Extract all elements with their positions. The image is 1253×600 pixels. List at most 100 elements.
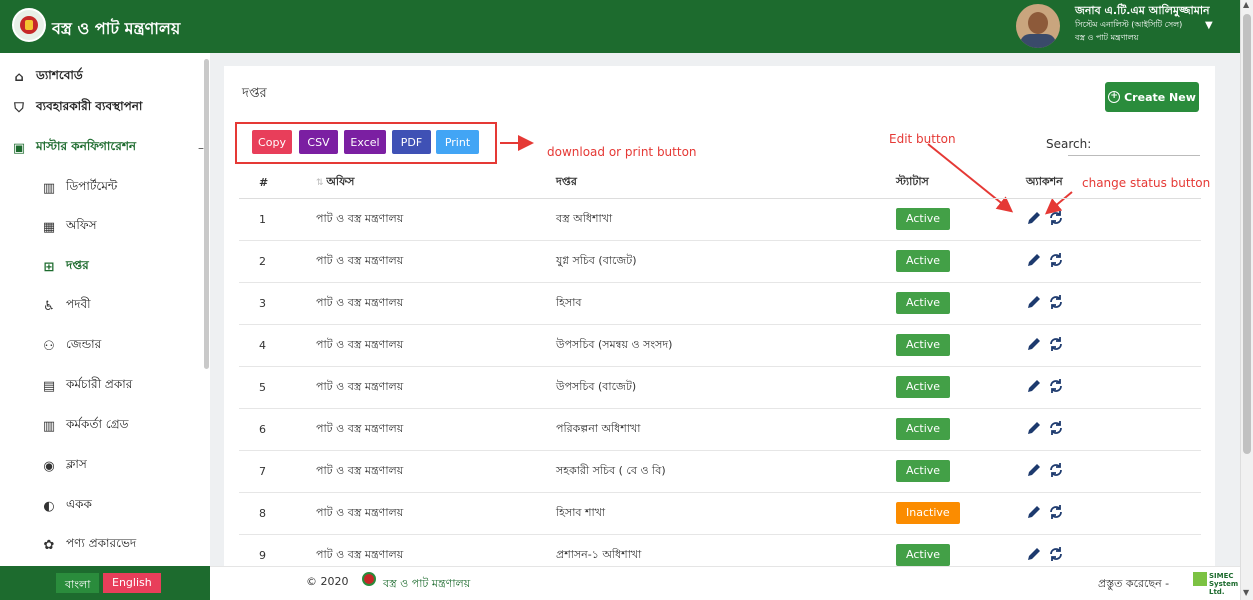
vendor-logo[interactable]: SIMEC System Ltd. <box>1193 572 1238 596</box>
change-status-icon[interactable] <box>1048 210 1064 226</box>
lang-english-button[interactable]: English <box>103 573 161 593</box>
change-status-icon[interactable] <box>1048 294 1064 310</box>
row-number: 2 <box>239 240 294 283</box>
edit-pencil-icon[interactable] <box>1026 252 1042 268</box>
sidebar-item-user-management[interactable]: ⛉ ব্যবহারকারী ব্যবস্থাপনা <box>12 98 210 118</box>
table-row: 7 পাট ও বস্ত্র মন্ত্রণালয় সহকারী সচিব ( ব… <box>239 450 1201 493</box>
sidebar-item-master-config[interactable]: ▣ মাস্টার কনফিগারেশন – <box>12 138 210 158</box>
table-header-row: # ⇅ অফিস দপ্তর স্ট্যাটাস অ্যাকশন <box>239 168 1201 199</box>
create-new-button[interactable]: + Create New <box>1105 82 1199 112</box>
edit-pencil-icon[interactable] <box>1026 336 1042 352</box>
language-switcher: বাংলা English <box>0 566 210 600</box>
scroll-down-icon[interactable]: ▼ <box>1243 588 1249 597</box>
ministry-link[interactable]: বস্ত্র ও পাট মন্ত্রণালয় <box>383 575 470 594</box>
sidebar-item-department[interactable]: ▥ ডিপার্টমেন্ট <box>42 178 210 198</box>
row-actions <box>1004 282 1201 325</box>
user-avatar[interactable] <box>1016 4 1060 48</box>
row-dopter: পরিকল্পনা অধিশাখা <box>534 408 874 451</box>
sidebar-item-dopter[interactable]: ⊞ দপ্তর <box>42 257 210 277</box>
users-icon: ⚇ <box>43 338 55 354</box>
change-status-icon[interactable] <box>1048 252 1064 268</box>
status-badge: Active <box>896 334 951 356</box>
row-office: পাট ও বস্ত্র মন্ত্রণালয় <box>294 366 534 409</box>
edit-pencil-icon[interactable] <box>1026 420 1042 436</box>
sort-icon[interactable]: ⇅ <box>316 178 326 188</box>
ministry-seal-icon <box>362 572 376 586</box>
download-annotation: download or print button <box>547 145 697 159</box>
page-title: দপ্তর <box>242 86 267 101</box>
scroll-up-icon[interactable]: ▲ <box>1243 0 1249 9</box>
row-dopter: উপসচিব (বাজেট) <box>534 366 874 409</box>
row-dopter: হিসাব <box>534 282 874 325</box>
collapse-icon[interactable]: – <box>198 141 204 155</box>
row-status-cell: Active <box>874 324 1004 367</box>
user-info[interactable]: জনাব এ.টি.এম আলিমুজ্জামান সিস্টেম এনালিস… <box>1075 4 1210 44</box>
sidebar-item-unit[interactable]: ◐ একক <box>42 496 210 516</box>
ministry-logo-icon <box>12 8 46 42</box>
made-by-text: প্রস্তুত করেছেন - <box>1098 577 1170 590</box>
search-input[interactable] <box>1068 132 1200 156</box>
edit-pencil-icon[interactable] <box>1026 462 1042 478</box>
vendor-mark-icon <box>1193 572 1207 586</box>
change-status-icon[interactable] <box>1048 336 1064 352</box>
copy-button[interactable]: Copy <box>252 130 292 154</box>
pdf-button[interactable]: PDF <box>392 130 431 154</box>
status-badge: Active <box>896 250 951 272</box>
row-number: 5 <box>239 366 294 409</box>
change-status-icon[interactable] <box>1048 504 1064 520</box>
change-status-icon[interactable] <box>1048 378 1064 394</box>
edit-pencil-icon[interactable] <box>1026 546 1042 562</box>
col-number[interactable]: # <box>239 168 294 199</box>
row-actions <box>1004 324 1201 367</box>
col-status[interactable]: স্ট্যাটাস <box>874 168 1004 199</box>
edit-pencil-icon[interactable] <box>1026 294 1042 310</box>
row-office: পাট ও বস্ত্র মন্ত্রণালয় <box>294 282 534 325</box>
shield-icon: ⛉ <box>14 100 24 116</box>
bar-chart-icon: ▥ <box>42 180 56 196</box>
change-status-icon[interactable] <box>1048 462 1064 478</box>
row-status-cell: Active <box>874 282 1004 325</box>
col-action[interactable]: অ্যাকশন <box>1004 168 1201 199</box>
top-header-bar: বস্ত্র ও পাট মন্ত্রণালয় জনাব এ.টি.এম আল… <box>0 0 1240 53</box>
sidebar-item-designation[interactable]: ♿ পদবী <box>42 296 210 316</box>
sidebar-item-dashboard[interactable]: ⌂ ড্যাশবোর্ড <box>12 67 210 87</box>
status-badge: Active <box>896 376 951 398</box>
sidebar-item-grade[interactable]: ▥ কর্মকর্তা গ্রেড <box>42 416 210 436</box>
excel-button[interactable]: Excel <box>344 130 386 154</box>
change-status-icon[interactable] <box>1048 420 1064 436</box>
sidebar-item-office[interactable]: ▦ অফিস <box>42 217 210 237</box>
chevron-down-icon[interactable]: ▼ <box>1205 20 1213 31</box>
sidebar-item-gender[interactable]: ⚇ জেন্ডার <box>42 336 210 356</box>
app-title[interactable]: বস্ত্র ও পাট মন্ত্রণালয় <box>52 16 180 43</box>
row-status-cell: Active <box>874 366 1004 409</box>
page-scrollbar[interactable]: ▲ ▼ <box>1240 0 1253 600</box>
change-status-icon[interactable] <box>1048 546 1064 562</box>
row-dopter: বস্ত্র অধিশাখা <box>534 198 874 241</box>
row-number: 8 <box>239 492 294 535</box>
row-actions <box>1004 492 1201 535</box>
row-number: 4 <box>239 324 294 367</box>
half-circle-icon: ◐ <box>43 498 55 514</box>
col-dopter[interactable]: দপ্তর <box>534 168 874 199</box>
sidebar-item-employee-type[interactable]: ▤ কর্মচারী প্রকার <box>42 376 210 396</box>
csv-button[interactable]: CSV <box>299 130 338 154</box>
print-button[interactable]: Print <box>436 130 479 154</box>
sidebar-item-class[interactable]: ◉ ক্লাস <box>42 456 210 476</box>
scroll-thumb[interactable] <box>1243 14 1251 454</box>
row-number: 6 <box>239 408 294 451</box>
table-row: 3 পাট ও বস্ত্র মন্ত্রণালয় হিসাব Active <box>239 282 1201 325</box>
edit-annotation: Edit button <box>889 132 956 146</box>
sidebar-item-product-type[interactable]: ✿ পণ্য প্রকারভেদ <box>42 535 210 555</box>
row-office: পাট ও বস্ত্র মন্ত্রণালয় <box>294 324 534 367</box>
edit-pencil-icon[interactable] <box>1026 504 1042 520</box>
col-office[interactable]: ⇅ অফিস <box>294 168 534 199</box>
row-number: 7 <box>239 450 294 493</box>
row-status-cell: Active <box>874 198 1004 241</box>
building-icon: ▦ <box>42 219 56 235</box>
edit-pencil-icon[interactable] <box>1026 210 1042 226</box>
row-status-cell: Active <box>874 450 1004 493</box>
edit-pencil-icon[interactable] <box>1026 378 1042 394</box>
plus-circle-icon: + <box>1108 91 1121 103</box>
lang-bangla-button[interactable]: বাংলা <box>56 573 100 593</box>
status-badge: Active <box>896 208 951 230</box>
